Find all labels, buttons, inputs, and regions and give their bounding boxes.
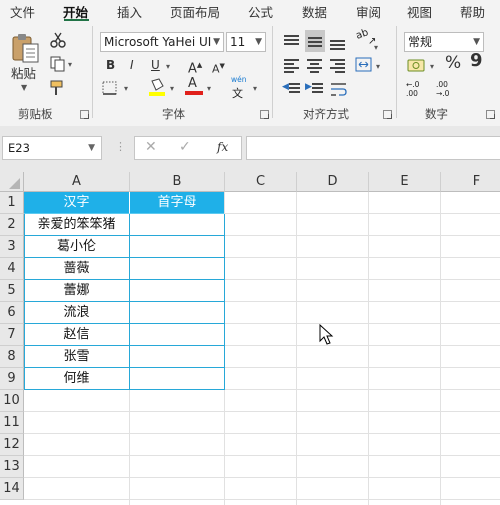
phonetic-pinyin: wén: [231, 75, 247, 84]
decrease-indent-icon: ◀: [282, 82, 289, 92]
merge-dropdown-icon[interactable]: ▾: [376, 62, 380, 71]
tab-view[interactable]: 视图: [407, 2, 432, 21]
formula-value: [247, 141, 251, 155]
font-color-button[interactable]: A: [185, 76, 203, 96]
font-color-swatch: [185, 91, 203, 95]
align-center-button[interactable]: [305, 56, 325, 74]
ribbon: 粘贴 ▼ ▾ 剪贴板 Microsoft YaHei UI ▼ 11 ▼ B I…: [0, 22, 500, 127]
border-dropdown-icon[interactable]: ▾: [124, 84, 128, 93]
increase-decimal-button[interactable]: ←.0.00: [406, 80, 430, 100]
tab-file[interactable]: 文件: [10, 2, 35, 21]
cut-icon[interactable]: [50, 32, 66, 48]
vertical-dots-icon[interactable]: ⋮: [115, 140, 126, 153]
decrease-indent-button[interactable]: ◀: [282, 80, 302, 98]
align-top-button[interactable]: [282, 32, 302, 50]
tab-insert[interactable]: 插入: [117, 2, 142, 21]
group-separator: [396, 26, 397, 118]
number-format-select[interactable]: 常规 ▼: [404, 32, 484, 52]
paste-dropdown-icon[interactable]: ▼: [21, 83, 27, 92]
paste-button[interactable]: [10, 32, 40, 64]
shrink-font-button[interactable]: A▼: [212, 58, 225, 78]
wrap-text-icon[interactable]: [330, 81, 348, 97]
grow-font-button[interactable]: A▲: [188, 57, 202, 77]
phonetic-char: 文: [232, 87, 243, 100]
formula-buttons: ✕ ✓ fx: [134, 136, 242, 160]
merge-center-icon[interactable]: [355, 57, 373, 73]
alignment-group-label: 对齐方式: [303, 107, 349, 121]
format-painter-icon[interactable]: [49, 79, 67, 97]
name-box[interactable]: E23 ▼: [2, 136, 102, 160]
clipboard-group-label: 剪贴板: [18, 107, 53, 121]
copy-dropdown-icon[interactable]: ▾: [68, 60, 72, 69]
align-bottom-button[interactable]: [328, 32, 348, 50]
mouse-cursor-icon: [319, 324, 334, 345]
font-launcher-icon[interactable]: [260, 110, 269, 119]
font-size-select[interactable]: 11 ▼: [226, 32, 266, 52]
fill-color-swatch: [149, 92, 165, 96]
number-group-label: 数字: [425, 107, 448, 121]
insert-function-button[interactable]: fx: [217, 140, 228, 154]
tab-page-layout[interactable]: 页面布局: [170, 2, 220, 21]
number-format-value: 常规: [408, 35, 433, 49]
tab-data[interactable]: 数据: [302, 2, 327, 21]
phonetic-dropdown-icon[interactable]: ▾: [253, 84, 257, 93]
font-group-label: 字体: [162, 107, 185, 121]
cancel-icon[interactable]: ✕: [145, 139, 157, 155]
formula-input[interactable]: [246, 136, 500, 160]
fill-color-icon[interactable]: [148, 77, 166, 97]
orientation-dropdown-icon[interactable]: ▾: [374, 43, 378, 52]
menu-bar: 文件 开始 插入 页面布局 公式 数据 审阅 视图 帮助: [0, 0, 500, 22]
currency-icon[interactable]: [407, 58, 427, 74]
increase-decimal-icon: ←.0.00: [406, 80, 420, 98]
bold-button[interactable]: B: [106, 57, 115, 73]
phonetic-button[interactable]: wén 文: [229, 75, 251, 100]
tab-formulas[interactable]: 公式: [248, 2, 273, 21]
font-size-value: 11: [230, 35, 246, 49]
percent-button[interactable]: %: [445, 55, 461, 72]
clipboard-launcher-icon[interactable]: [80, 110, 89, 119]
comma-style-button[interactable]: 9: [470, 52, 483, 70]
decrease-decimal-button[interactable]: .00 →.0: [436, 80, 460, 100]
copy-icon[interactable]: [50, 56, 66, 72]
number-launcher-icon[interactable]: [486, 110, 495, 119]
chevron-down-icon: ▼: [473, 37, 480, 47]
chevron-down-icon: ▼: [255, 37, 262, 47]
font-color-glyph: A: [188, 76, 197, 91]
chevron-down-icon: ▼: [211, 33, 220, 51]
increase-indent-icon: ▶: [305, 82, 312, 92]
active-tab-indicator: [64, 19, 89, 21]
font-name-value: Microsoft YaHei UI: [104, 35, 212, 49]
gridlines: [24, 192, 500, 505]
italic-button[interactable]: I: [130, 57, 134, 73]
group-separator: [272, 26, 273, 118]
align-right-button[interactable]: [328, 56, 348, 74]
fill-color-dropdown-icon[interactable]: ▾: [170, 84, 174, 93]
underline-dropdown-icon[interactable]: ▾: [166, 62, 170, 71]
tab-review[interactable]: 审阅: [356, 2, 381, 21]
align-left-button[interactable]: [282, 56, 302, 74]
increase-indent-button[interactable]: ▶: [305, 80, 325, 98]
paste-label[interactable]: 粘贴: [11, 66, 36, 82]
align-middle-button[interactable]: [305, 30, 325, 52]
chevron-down-icon: ▼: [88, 143, 95, 153]
decrease-decimal-icon: .00 →.0: [436, 80, 450, 98]
spreadsheet-grid: A B C D E F 1 2 3 4 5 6 7 8 9 10 11 12 1…: [0, 172, 500, 505]
border-icon[interactable]: [102, 81, 118, 95]
font-name-select[interactable]: Microsoft YaHei UI ▼: [100, 32, 224, 52]
font-color-dropdown-icon[interactable]: ▾: [207, 84, 211, 93]
paste-icon: [12, 34, 39, 63]
confirm-icon[interactable]: ✓: [179, 139, 191, 155]
underline-button[interactable]: U: [151, 57, 160, 73]
alignment-launcher-icon[interactable]: [383, 110, 392, 119]
name-box-value: E23: [8, 141, 30, 155]
group-separator: [92, 26, 93, 118]
tab-help[interactable]: 帮助: [460, 2, 485, 21]
currency-dropdown-icon[interactable]: ▾: [430, 62, 434, 71]
